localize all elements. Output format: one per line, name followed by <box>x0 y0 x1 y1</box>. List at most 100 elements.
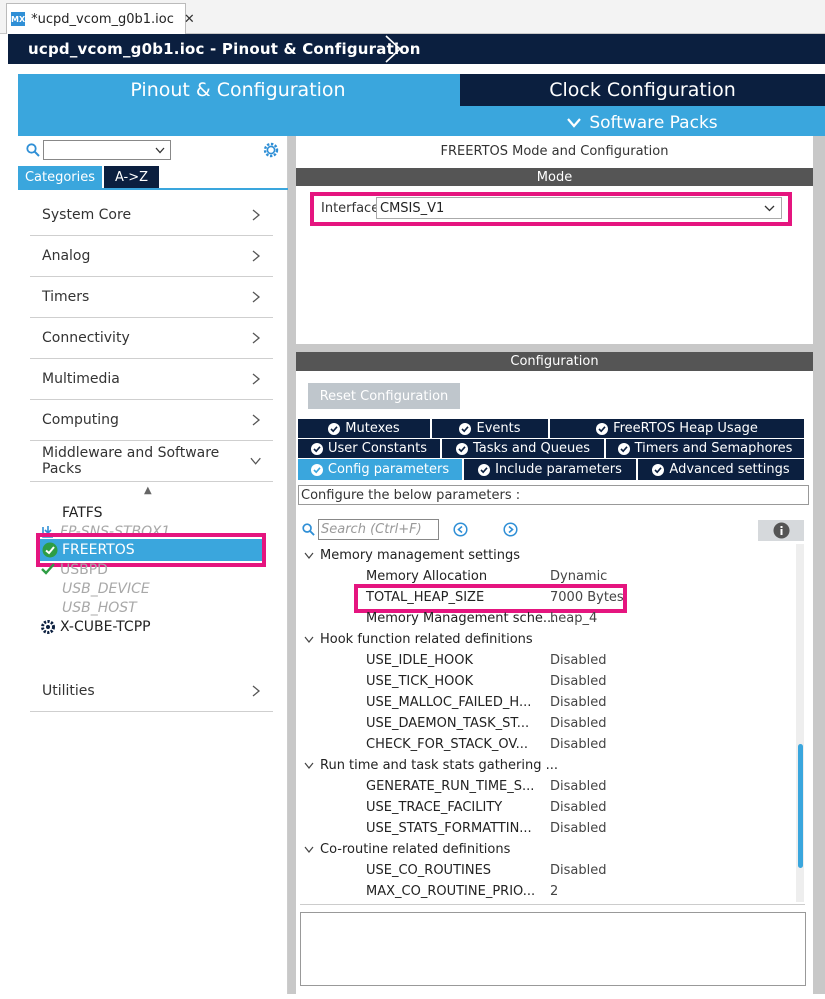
previous-match-icon[interactable] <box>453 522 468 537</box>
middleware-item-fatfs[interactable]: FATFS <box>40 503 103 522</box>
editor-tab-title: *ucpd_vcom_g0b1.ioc <box>31 11 174 27</box>
segment-a-z[interactable]: A->Z <box>104 166 159 188</box>
param-name[interactable]: Memory Management sche... <box>366 608 555 629</box>
divider <box>300 904 805 905</box>
software-packs-menu[interactable]: Software Packs <box>460 110 825 136</box>
editor-tab-bar: MX *ucpd_vcom_g0b1.ioc ✕ <box>0 0 825 34</box>
category-label: Middleware and Software Packs <box>42 445 220 477</box>
middleware-item-label: FATFS <box>62 504 103 521</box>
editor-tab[interactable]: MX *ucpd_vcom_g0b1.ioc ✕ <box>6 3 195 34</box>
chevron-down-icon <box>304 636 314 643</box>
param-name[interactable]: USE_TRACE_FACILITY <box>366 797 502 818</box>
tab-include-parameters[interactable]: Include parameters <box>464 459 638 480</box>
sort-icon[interactable]: ▲ <box>144 485 152 496</box>
category-label: Utilities <box>42 683 95 699</box>
next-match-icon[interactable] <box>503 522 518 537</box>
tab-events[interactable]: Events <box>432 419 550 438</box>
gear-icon[interactable] <box>262 141 280 159</box>
tab-label: User Constants <box>328 441 427 456</box>
middleware-item-x-cube-tcpp[interactable]: X-CUBE-TCPP <box>40 617 151 636</box>
category-label: Connectivity <box>42 330 130 346</box>
param-name[interactable]: USE_DAEMON_TASK_ST... <box>366 713 529 734</box>
segment-categories[interactable]: Categories <box>18 166 102 188</box>
category-utilities[interactable]: Utilities <box>30 671 273 712</box>
category-middleware[interactable]: Middleware and Software Packs <box>30 441 273 482</box>
chevron-right-icon <box>252 685 261 697</box>
group-hook-functions[interactable]: Hook function related definitions <box>304 629 533 650</box>
configure-hint-field: Configure the below parameters : <box>298 485 809 505</box>
param-value[interactable]: Disabled <box>550 797 606 818</box>
panel-splitter-horizontal[interactable] <box>296 344 813 352</box>
category-system-core[interactable]: System Core <box>30 195 273 236</box>
parameter-search-input[interactable]: Search (Ctrl+F) <box>318 519 439 540</box>
info-button[interactable] <box>758 520 804 541</box>
param-value[interactable]: Disabled <box>550 713 606 734</box>
category-label: Analog <box>42 248 91 264</box>
category-timers[interactable]: Timers <box>30 277 273 318</box>
tab-tasks-and-queues[interactable]: Tasks and Queues <box>442 439 606 458</box>
group-memory-management[interactable]: Memory management settings <box>304 545 520 566</box>
param-value[interactable]: Disabled <box>550 692 606 713</box>
search-dropdown-button[interactable] <box>151 140 169 160</box>
category-computing[interactable]: Computing <box>30 400 273 441</box>
chevron-down-icon <box>304 846 314 853</box>
param-value[interactable]: Disabled <box>550 671 606 692</box>
param-name[interactable]: USE_MALLOC_FAILED_H... <box>366 692 531 713</box>
tab-clock-configuration[interactable]: Clock Configuration <box>460 74 825 106</box>
group-label: Hook function related definitions <box>320 632 533 647</box>
middleware-item-usb-host[interactable]: USB_HOST <box>40 598 137 617</box>
tab-label: Advanced settings <box>669 462 790 477</box>
tab-config-parameters[interactable]: Config parameters <box>298 459 464 480</box>
chevron-down-icon <box>250 457 261 465</box>
tab-freertos-heap-usage[interactable]: FreeRTOS Heap Usage <box>550 419 806 438</box>
tab-mutexes[interactable]: Mutexes <box>298 419 432 438</box>
categories-panel: Categories A->Z System Core Analog Timer… <box>18 136 288 994</box>
param-name[interactable]: USE_IDLE_HOOK <box>366 650 473 671</box>
tab-timers-and-semaphores[interactable]: Timers and Semaphores <box>606 439 806 458</box>
check-icon <box>41 562 55 575</box>
close-icon[interactable]: ✕ <box>184 12 195 27</box>
category-label: Timers <box>42 289 90 305</box>
check-circle-icon <box>310 463 323 476</box>
category-connectivity[interactable]: Connectivity <box>30 318 273 359</box>
group-co-routines[interactable]: Co-routine related definitions <box>304 839 510 860</box>
param-value[interactable]: Disabled <box>550 650 606 671</box>
check-circle-icon <box>652 463 665 476</box>
param-name[interactable]: GENERATE_RUN_TIME_S... <box>366 776 534 797</box>
search-icon <box>26 143 40 157</box>
param-value[interactable]: Disabled <box>550 860 606 881</box>
param-name[interactable]: MAX_CO_ROUTINE_PRIO... <box>366 881 535 902</box>
tab-pinout-configuration[interactable]: Pinout & Configuration <box>18 74 458 106</box>
check-circle-icon <box>455 442 468 455</box>
tab-label: Timers and Semaphores <box>634 441 793 456</box>
param-value[interactable]: Disabled <box>550 818 606 839</box>
param-value[interactable]: heap_4 <box>550 608 597 629</box>
middleware-item-usb-device[interactable]: USB_DEVICE <box>40 579 150 598</box>
check-circle-icon <box>596 422 609 435</box>
param-value[interactable]: Disabled <box>550 776 606 797</box>
param-value[interactable]: 2 <box>550 881 558 902</box>
param-name[interactable]: USE_STATS_FORMATTIN... <box>366 818 532 839</box>
chevron-right-icon <box>252 250 261 262</box>
group-run-time-stats[interactable]: Run time and task stats gathering ... <box>304 755 558 776</box>
category-analog[interactable]: Analog <box>30 236 273 277</box>
panel-splitter[interactable] <box>288 136 296 994</box>
check-circle-icon <box>328 422 341 435</box>
param-name[interactable]: CHECK_FOR_STACK_OV... <box>366 734 528 755</box>
info-icon <box>773 522 789 539</box>
category-multimedia[interactable]: Multimedia <box>30 359 273 400</box>
parameter-scrollbar-thumb[interactable] <box>798 744 803 868</box>
middleware-item-usbpd[interactable]: USBPD <box>40 560 108 579</box>
check-circle-icon <box>617 442 630 455</box>
reset-configuration-button[interactable]: Reset Configuration <box>308 383 460 409</box>
param-value[interactable]: Disabled <box>550 734 606 755</box>
middleware-item-label: USBPD <box>60 561 108 578</box>
param-name[interactable]: USE_TICK_HOOK <box>366 671 473 692</box>
tab-user-constants[interactable]: User Constants <box>298 439 442 458</box>
category-label: Computing <box>42 412 119 428</box>
chevron-right-icon <box>252 373 261 385</box>
param-name[interactable]: USE_CO_ROUTINES <box>366 860 491 881</box>
segment-underline <box>18 188 288 190</box>
breadcrumb-chevron-icon <box>385 35 402 63</box>
tab-advanced-settings[interactable]: Advanced settings <box>638 459 806 480</box>
